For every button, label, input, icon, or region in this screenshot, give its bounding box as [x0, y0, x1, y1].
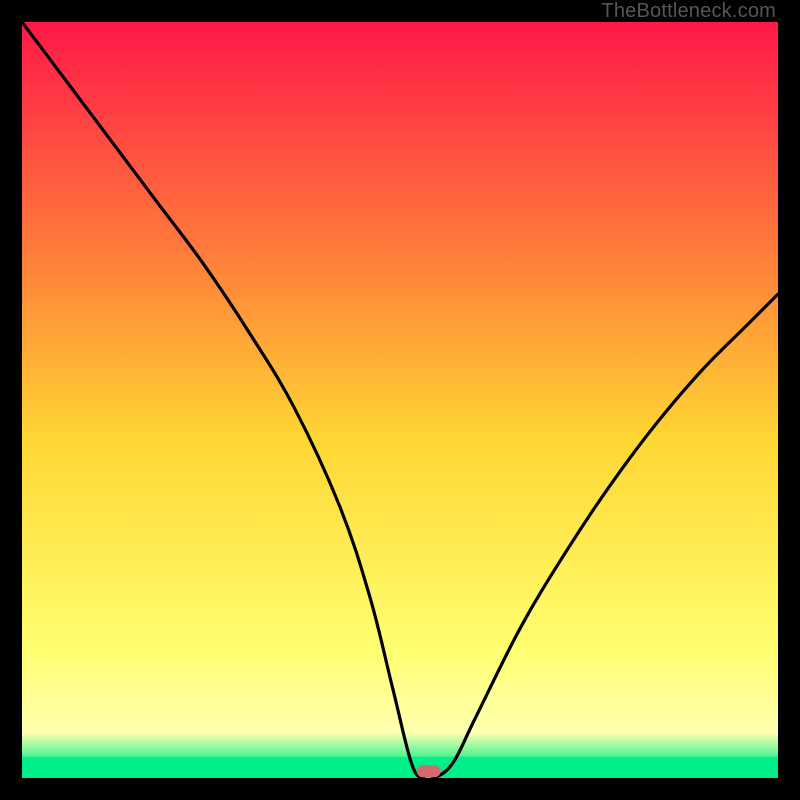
green-band [22, 757, 778, 778]
watermark-text: TheBottleneck.com [601, 0, 776, 23]
chart-background [22, 22, 778, 778]
optimum-marker [417, 765, 441, 777]
bottleneck-chart [22, 22, 778, 778]
